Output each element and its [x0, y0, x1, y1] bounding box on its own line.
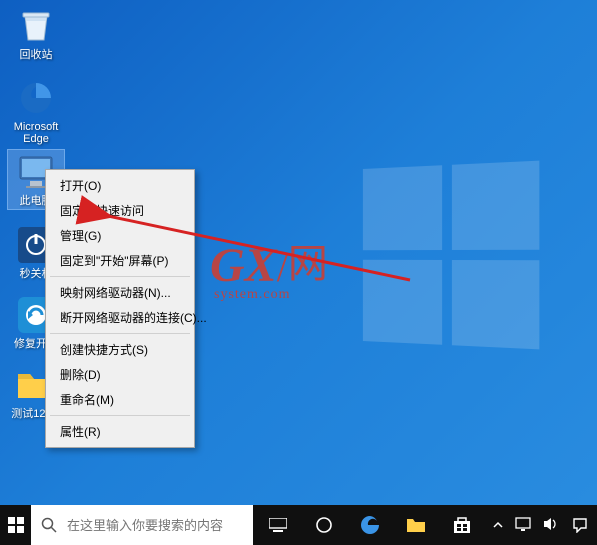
- context-menu: 打开(O) 固定到快速访问 管理(G) 固定到"开始"屏幕(P) 映射网络驱动器…: [45, 169, 195, 448]
- menu-item-properties[interactable]: 属性(R): [48, 419, 192, 444]
- recycle-bin-icon[interactable]: 回收站: [8, 6, 64, 61]
- tray-chevron-up-icon[interactable]: [493, 518, 503, 532]
- windows-icon: [8, 517, 24, 533]
- search-icon: [41, 517, 57, 533]
- menu-item-pin-quick[interactable]: 固定到快速访问: [48, 198, 192, 223]
- menu-item-create-shortcut[interactable]: 创建快捷方式(S): [48, 337, 192, 362]
- tray-volume-icon[interactable]: [543, 517, 559, 534]
- menu-item-manage[interactable]: 管理(G): [48, 223, 192, 248]
- menu-item-open[interactable]: 打开(O): [48, 173, 192, 198]
- edge-taskbar-button[interactable]: [347, 505, 393, 545]
- trash-icon: [16, 6, 56, 46]
- menu-item-delete[interactable]: 删除(D): [48, 362, 192, 387]
- menu-item-rename[interactable]: 重命名(M): [48, 387, 192, 412]
- start-button[interactable]: [0, 505, 31, 545]
- icon-label: 回收站: [8, 49, 64, 61]
- menu-item-disconnect-drive[interactable]: 断开网络驱动器的连接(C)...: [48, 305, 192, 330]
- edge-icon[interactable]: Microsoft Edge: [8, 78, 64, 145]
- explorer-taskbar-button[interactable]: [393, 505, 439, 545]
- notification-icon: [572, 517, 588, 533]
- taskbar-search[interactable]: [31, 505, 253, 545]
- cortana-button[interactable]: [301, 505, 347, 545]
- menu-separator: [50, 276, 190, 277]
- task-view-button[interactable]: [255, 505, 301, 545]
- browser-icon: [16, 78, 56, 118]
- system-tray: [485, 505, 597, 545]
- menu-separator: [50, 415, 190, 416]
- menu-separator: [50, 333, 190, 334]
- cortana-icon: [315, 516, 333, 534]
- taskbar: [0, 505, 597, 545]
- icon-label: Microsoft Edge: [8, 121, 64, 145]
- search-input[interactable]: [67, 518, 243, 533]
- tray-network-icon[interactable]: [515, 517, 531, 534]
- desktop[interactable]: 回收站 Microsoft Edge 此电脑 秒关机 修复开机 测试123...…: [0, 0, 597, 505]
- folder-icon: [406, 516, 426, 534]
- menu-item-pin-start[interactable]: 固定到"开始"屏幕(P): [48, 248, 192, 273]
- store-icon: [452, 515, 472, 535]
- menu-item-map-drive[interactable]: 映射网络驱动器(N)...: [48, 280, 192, 305]
- task-view-icon: [269, 518, 287, 532]
- edge-icon: [359, 514, 381, 536]
- taskbar-apps: [255, 505, 485, 545]
- action-center-button[interactable]: [571, 505, 589, 545]
- store-taskbar-button[interactable]: [439, 505, 485, 545]
